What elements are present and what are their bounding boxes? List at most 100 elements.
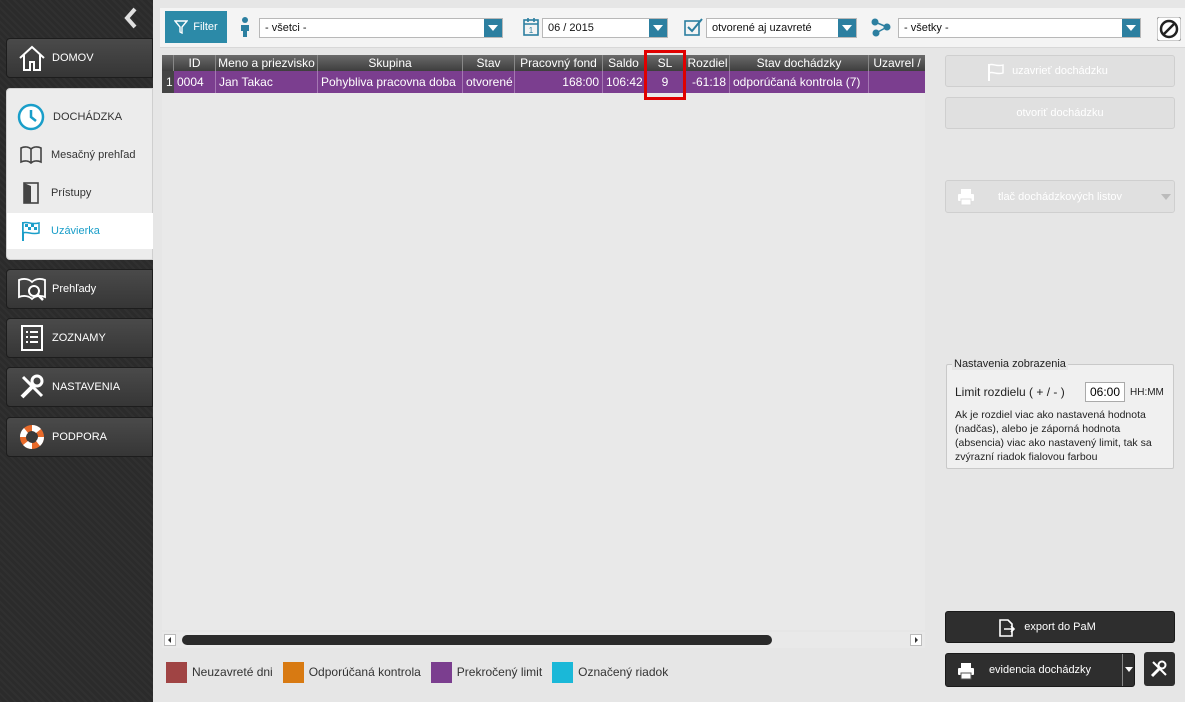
col-saldo[interactable]: Saldo xyxy=(603,55,645,71)
nav-lists[interactable]: ZOZNAMY xyxy=(6,318,153,358)
cell-saldo: 106:42 xyxy=(603,71,645,93)
home-icon xyxy=(17,43,47,73)
cell-closed-by xyxy=(869,71,925,93)
funnel-icon xyxy=(174,20,189,34)
filter-label: Filter xyxy=(193,21,218,33)
limit-description: Ak je rozdiel viac ako nastavená hodnota… xyxy=(955,409,1152,463)
nav-overviews-label: Prehľady xyxy=(52,283,97,295)
col-id[interactable]: ID xyxy=(174,55,216,71)
scroll-left-icon[interactable] xyxy=(164,634,176,646)
legend-label: Označený riadok xyxy=(578,665,669,679)
employee-select[interactable]: - všetci - xyxy=(259,18,503,38)
legend-label: Odporúčaná kontrola xyxy=(308,665,421,679)
nav-attendance[interactable]: DOCHÁDZKA xyxy=(7,99,153,135)
nav-access[interactable]: Prístupy xyxy=(7,175,153,211)
export-pam-button[interactable]: export do PaM xyxy=(945,611,1175,643)
checkbox-icon xyxy=(683,16,705,38)
cell-group: Pohybliva pracovna doba xyxy=(318,71,463,93)
attendance-evidence-button[interactable]: evidencia dochádzky xyxy=(945,653,1135,687)
group-icon xyxy=(870,16,892,38)
status-select-value: otvorené aj uzavreté xyxy=(712,22,812,34)
close-attendance-button[interactable]: uzavrieť dochádzku xyxy=(945,55,1175,87)
col-group[interactable]: Skupina xyxy=(318,55,463,71)
col-fund[interactable]: Pracovný fond xyxy=(515,55,603,71)
legend-swatch xyxy=(430,661,452,683)
cell-diff: -61:18 xyxy=(686,71,730,93)
close-attendance-label: uzavrieť dochádzku xyxy=(1012,65,1108,77)
nav-monthly-label: Mesačný prehľad xyxy=(51,149,136,161)
legend-swatch xyxy=(166,661,187,683)
nav-home[interactable]: DOMOV xyxy=(6,38,153,78)
open-attendance-label: otvoriť dochádzku xyxy=(1016,107,1104,119)
door-icon xyxy=(19,181,43,205)
col-diff[interactable]: Rozdiel xyxy=(686,55,730,71)
cell-state: otvorené xyxy=(463,71,515,93)
nav-closure[interactable]: Uzávierka xyxy=(7,213,153,249)
legend-label: Neuzavreté dni xyxy=(192,665,273,679)
svg-text:1: 1 xyxy=(529,26,534,35)
scrollbar-thumb[interactable] xyxy=(182,635,772,645)
export-document-icon xyxy=(996,618,1016,638)
tools-button[interactable] xyxy=(1144,652,1175,686)
printer-icon xyxy=(956,661,976,681)
cell-att-state: odporúčaná kontrola (7) xyxy=(730,71,869,93)
legend-swatch xyxy=(282,661,304,683)
nav-attendance-label: DOCHÁDZKA xyxy=(53,111,123,123)
legend-limit-exceeded: Prekročený limit xyxy=(430,661,543,683)
cell-fund: 168:00 xyxy=(515,71,603,93)
open-attendance-button[interactable]: otvoriť dochádzku xyxy=(945,97,1175,129)
filter-button[interactable]: Filter xyxy=(165,11,227,43)
status-select[interactable]: otvorené aj uzavreté xyxy=(706,18,857,38)
grid-header: ID Meno a priezvisko Skupina Stav Pracov… xyxy=(162,55,925,71)
col-name[interactable]: Meno a priezvisko xyxy=(216,55,318,71)
chevron-down-icon xyxy=(838,19,856,37)
scroll-right-icon[interactable] xyxy=(910,634,922,646)
cell-name: Jan Takac xyxy=(216,71,318,93)
chevron-down-icon xyxy=(649,19,667,37)
tools-icon xyxy=(1149,659,1169,679)
nav-support[interactable]: PODPORA xyxy=(6,417,153,457)
filter-toolbar: Filter - všetci - 1 06 / 2015 otvorené a… xyxy=(160,8,1185,48)
clear-filter-icon[interactable] xyxy=(1157,17,1181,41)
nav-access-label: Prístupy xyxy=(51,187,92,199)
col-state[interactable]: Stav xyxy=(463,55,515,71)
row-number-header xyxy=(162,55,174,71)
printer-icon xyxy=(956,187,976,207)
legend-label: Prekročený limit xyxy=(456,665,543,679)
group-select[interactable]: - všetky - xyxy=(898,18,1141,38)
attendance-grid: ID Meno a priezvisko Skupina Stav Pracov… xyxy=(162,55,925,630)
sl-column-highlight xyxy=(644,50,686,100)
nav-settings[interactable]: NASTAVENIA xyxy=(6,367,153,407)
employee-select-value: - všetci - xyxy=(265,22,307,34)
legend-selected-row: Označený riadok xyxy=(552,661,669,683)
sidebar: DOMOV DOCHÁDZKA Mesačný prehľad Prístupy… xyxy=(0,0,153,702)
display-settings-title: Nastavenia zobrazenia xyxy=(952,358,1068,370)
collapse-sidebar-icon[interactable] xyxy=(120,6,144,30)
limit-unit: HH:MM xyxy=(1130,387,1164,398)
limit-input[interactable] xyxy=(1085,382,1125,402)
table-row[interactable]: 1 0004 Jan Takac Pohybliva pracovna doba… xyxy=(162,71,925,93)
legend-swatch xyxy=(552,661,574,683)
limit-label: Limit rozdielu ( + / - ) xyxy=(955,385,1065,399)
export-label: export do PaM xyxy=(1024,621,1096,633)
color-legend: Neuzavreté dni Odporúčaná kontrola Prekr… xyxy=(160,654,928,690)
checkered-flag-icon xyxy=(19,219,43,243)
calendar-icon: 1 xyxy=(520,16,542,38)
evidence-dropdown[interactable] xyxy=(1122,654,1134,686)
col-att-state[interactable]: Stav dochádzky xyxy=(730,55,869,71)
group-select-value: - všetky - xyxy=(904,22,949,34)
display-settings-panel: Nastavenia zobrazenia Limit rozdielu ( +… xyxy=(946,358,1174,469)
chevron-down-icon xyxy=(1125,667,1133,672)
print-attendance-sheets-button[interactable]: tlač dochádzkových listov xyxy=(945,180,1175,213)
chevron-down-icon xyxy=(1122,19,1140,37)
horizontal-scrollbar[interactable] xyxy=(162,632,925,648)
period-select[interactable]: 06 / 2015 xyxy=(542,18,668,38)
legend-recommended-check: Odporúčaná kontrola xyxy=(282,661,421,683)
nav-home-label: DOMOV xyxy=(52,52,94,64)
nav-attendance-group: DOCHÁDZKA Mesačný prehľad Prístupy Uzávi… xyxy=(6,88,153,260)
nav-overviews[interactable]: Prehľady xyxy=(6,269,153,309)
col-closed-by[interactable]: Uzavrel / xyxy=(869,55,925,71)
evidence-label: evidencia dochádzky xyxy=(988,664,1092,676)
nav-monthly-overview[interactable]: Mesačný prehľad xyxy=(7,137,153,173)
nav-support-label: PODPORA xyxy=(52,431,108,443)
